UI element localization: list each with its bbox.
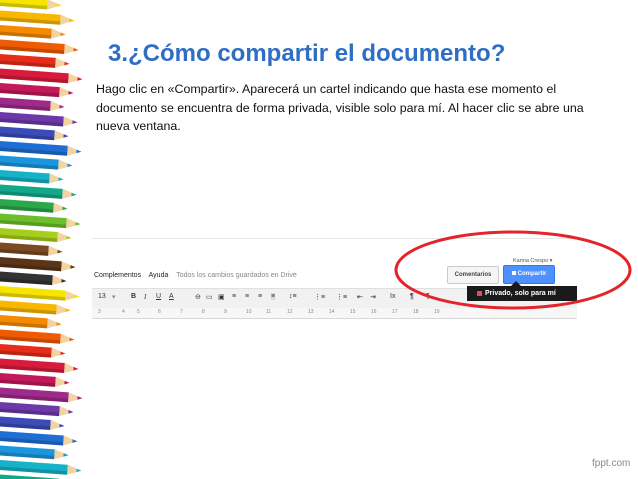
image-icon[interactable]: ▣ [218,293,225,301]
pencil [0,97,65,112]
pencil [0,445,69,460]
underline-icon[interactable]: U [156,293,161,300]
pencil [0,358,79,374]
link-icon[interactable]: ⊖ [195,293,201,301]
ruler-tick: 14 [329,309,335,315]
pencil [0,343,66,358]
pencil [0,140,82,156]
fppt-logo: fppt.com [592,458,631,469]
pencil [0,184,77,199]
pencil [0,0,62,10]
ruler-tick: 5 [137,309,140,315]
align-center-icon[interactable]: ≡ [245,293,249,300]
pencil [0,300,71,315]
slide-body-text: Hago clic en «Compartir». Aparecerá un c… [96,82,584,133]
pencils-illustration [0,0,83,479]
align-left-icon[interactable]: ≡ [232,293,236,300]
italic-icon[interactable]: I [144,293,146,301]
pencil [0,111,78,127]
increase-indent-icon[interactable]: ⇥ [370,293,376,301]
pencil [0,242,63,256]
ruler-tick: 6 [158,309,161,315]
bold-icon[interactable]: B [131,293,136,300]
pencil [0,24,66,39]
ruler-tick: 10 [246,309,252,315]
pencil [0,372,70,387]
pencil [0,227,72,243]
ruler-tick: 4 [122,309,125,315]
ruler-tick: 8 [202,309,205,315]
align-right-icon[interactable]: ≡ [258,293,262,300]
menu-complementos[interactable]: Complementos [94,272,141,279]
line-spacing-icon[interactable]: ↕≡ [289,293,297,300]
slide-title: 3.¿Cómo compartir el documento? [108,40,506,67]
pencil [0,474,73,479]
ruler-tick: 11 [266,309,272,315]
pencil [0,387,83,403]
pencil [0,459,82,475]
ruler-tick: 15 [350,309,356,315]
pencil [0,213,81,229]
highlight-oval [394,230,632,310]
ruler-tick: 16 [371,309,377,315]
pencil [0,198,68,213]
pencil [0,10,75,25]
font-size-chevron-icon[interactable]: ▾ [112,293,116,301]
align-justify-icon[interactable]: ≡ [271,293,276,300]
pencil [0,53,70,68]
ruler-tick: 9 [224,309,227,315]
menu-ayuda[interactable]: Ayuda [149,272,169,279]
pencil [0,271,67,286]
pencil [0,68,83,84]
pencil [0,155,73,170]
docs-menubar: Complementos Ayuda Todos los cambios gua… [94,272,303,288]
colored-pencils-border [0,0,92,479]
numbered-list-icon[interactable]: ⋮≡ [314,293,325,301]
comment-icon[interactable]: ▭ [206,293,213,301]
text-color-icon[interactable]: A [169,293,174,300]
ruler-tick: 12 [287,309,293,315]
pencil [0,329,75,344]
bulleted-list-icon[interactable]: ⋮≡ [336,293,347,301]
pencil [0,285,80,301]
pencil [0,416,65,431]
pencil [0,256,76,272]
saved-status: Todos los cambios guardados en Drive [176,272,297,279]
pencil [0,126,69,141]
pencil [0,401,74,417]
ruler-tick: 3 [98,309,101,315]
pencil [0,430,78,446]
ruler-tick: 13 [308,309,314,315]
pencil [0,169,64,184]
pencil [0,314,62,329]
ruler-tick: 7 [180,309,183,315]
font-size-select[interactable]: 13 [98,293,106,300]
pencil [0,82,74,98]
decrease-indent-icon[interactable]: ⇤ [357,293,363,301]
pencil [0,39,79,55]
